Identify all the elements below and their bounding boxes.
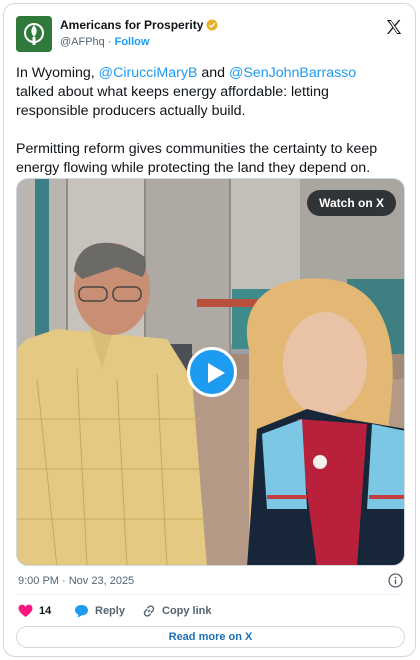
reply-label: Reply [95, 605, 125, 617]
post-timestamp[interactable]: 9:00 PM · Nov 23, 2025 [18, 575, 134, 587]
meta-separator: · [107, 36, 112, 48]
author-name-text: Americans for Prosperity [60, 18, 204, 32]
author-name[interactable]: Americans for Prosperity [60, 18, 218, 32]
copy-link-label: Copy link [162, 605, 212, 617]
info-icon[interactable] [388, 573, 403, 588]
post-text-part: and [197, 65, 229, 81]
play-icon [208, 363, 225, 383]
link-icon [143, 605, 155, 617]
mention-senjohnbarrasso[interactable]: @SenJohnBarrasso [229, 65, 356, 81]
read-more-button[interactable]: Read more on X [16, 626, 405, 648]
post-text: In Wyoming, @CirucciMaryB and @SenJohnBa… [16, 64, 408, 178]
x-logo-icon[interactable] [385, 18, 403, 36]
author-handle[interactable]: @AFPhq [60, 36, 105, 48]
embedded-post-card: Americans for Prosperity @AFPhq · Follow… [3, 3, 416, 657]
divider [16, 594, 403, 595]
avatar[interactable] [16, 16, 52, 52]
reply-bubble-icon [75, 605, 88, 618]
copy-link-button[interactable]: Copy link [142, 602, 212, 620]
reply-button[interactable]: Reply [74, 602, 125, 620]
follow-button[interactable]: Follow [115, 36, 150, 48]
mention-ciruccimaryb[interactable]: @CirucciMaryB [99, 65, 198, 81]
like-count: 14 [39, 605, 52, 617]
like-button[interactable]: 14 [18, 602, 51, 620]
verified-badge-icon [206, 19, 218, 31]
play-button[interactable] [187, 347, 237, 397]
author-meta: @AFPhq · Follow [60, 36, 149, 48]
watch-on-x-button[interactable]: Watch on X [307, 190, 396, 216]
video-player[interactable]: Watch on X [16, 178, 405, 566]
post-text-part: talked about what keeps energy affordabl… [16, 84, 378, 176]
post-text-part: In Wyoming, [16, 65, 99, 81]
post-header: Americans for Prosperity @AFPhq · Follow [16, 14, 403, 54]
heart-icon [18, 604, 33, 617]
